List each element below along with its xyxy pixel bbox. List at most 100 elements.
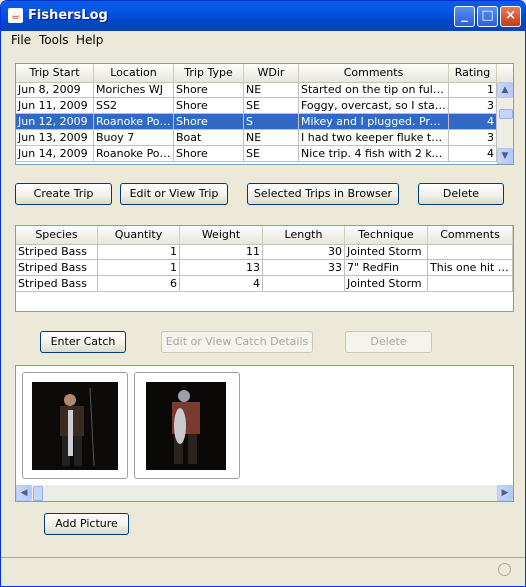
edit-catch-button[interactable]: Edit or View Catch Details [161, 331, 313, 353]
catch-cell: 33 [263, 260, 345, 276]
trip-cell: SS2 [94, 98, 174, 114]
minimize-button[interactable]: _ [454, 6, 475, 27]
trips-in-browser-button[interactable]: Selected Trips in Browser [247, 183, 399, 205]
catch-cell [428, 276, 513, 292]
trip-cell: Roanoke Point [96, 146, 174, 162]
catch-row[interactable]: Striped Bass 6 4 Jointed Storm [16, 276, 513, 292]
close-button[interactable]: × [500, 6, 521, 27]
col-technique[interactable]: Technique [345, 226, 428, 244]
catch-cell: Striped Bass [16, 260, 98, 276]
trip-cell: Jun 11, 2009 [16, 98, 94, 114]
col-comments[interactable]: Comments [299, 64, 449, 82]
close-icon: × [505, 8, 516, 23]
trip-cell: S [244, 114, 299, 130]
trip-cell: 3 [449, 130, 497, 146]
trip-cell: SE [244, 98, 299, 114]
scroll-right-icon[interactable]: ▶ [497, 485, 513, 501]
add-picture-button[interactable]: Add Picture [44, 513, 129, 535]
scroll-left-icon[interactable]: ◀ [16, 485, 32, 501]
catch-cell: 4 [180, 276, 263, 292]
menu-help[interactable]: Help [76, 33, 103, 47]
col-catch-comments[interactable]: Comments [428, 226, 513, 244]
trip-row[interactable]: Jun 13, 2009 Buoy 7 Boat NE I had two keeper… [16, 130, 497, 146]
col-weight[interactable]: Weight [180, 226, 263, 244]
catch-cell: 1 [98, 260, 180, 276]
delete-trip-button[interactable]: Delete [418, 183, 504, 205]
trip-row[interactable]: Jun 14, 2009 Roanoke Point Shore SE Nice tri… [16, 146, 497, 162]
edit-trip-button[interactable]: Edit or View Trip [120, 183, 228, 205]
menu-bar: File Tools Help [1, 31, 525, 50]
catch-row[interactable]: Striped Bass 1 13 33 7" RedFin This one hit o… [16, 260, 513, 276]
trip-row[interactable]: Jun 8, 2009 Moriches WJ Shore NE Started on … [16, 82, 497, 98]
delete-catch-button[interactable]: Delete [345, 331, 432, 353]
trip-cell: Shore [174, 82, 244, 98]
create-trip-button[interactable]: Create Trip [15, 183, 112, 205]
status-indicator-icon [498, 563, 511, 576]
picture-thumbnail-2[interactable] [134, 372, 240, 479]
trip-cell: NE [244, 130, 299, 146]
maximize-icon: □ [481, 8, 494, 23]
enter-catch-button[interactable]: Enter Catch [40, 331, 126, 353]
col-trip-type[interactable]: Trip Type [174, 64, 244, 82]
trip-cell: 1 [449, 82, 497, 98]
trip-cell: Buoy 7 [94, 130, 174, 146]
catches-table: Species Quantity Weight Length Technique… [15, 225, 514, 312]
trip-cell: 3 [449, 98, 497, 114]
trip-cell: Jun 12, 2009 [16, 114, 94, 130]
trip-cell: Foggy, overcast, so I start... [301, 98, 449, 114]
trip-cell: 4 [449, 146, 497, 162]
scroll-down-icon[interactable]: ▼ [497, 148, 513, 164]
catch-photo-1 [32, 382, 118, 470]
menu-file[interactable]: File [11, 33, 31, 47]
catch-cell: 6 [98, 276, 180, 292]
picture-thumbnail-1[interactable] [22, 372, 128, 479]
pictures-panel: ◀ ▶ [15, 365, 514, 502]
catch-cell: Jointed Storm [345, 276, 428, 292]
trip-cell: I had two keeper fluke to 5... [301, 130, 449, 146]
catch-cell [263, 276, 345, 292]
col-species[interactable]: Species [16, 226, 98, 244]
col-wdir[interactable]: WDir [244, 64, 299, 82]
catch-cell: 7" RedFin [345, 260, 428, 276]
col-quantity[interactable]: Quantity [98, 226, 180, 244]
angler-photo-icon [32, 382, 118, 470]
trip-cell: Jun 8, 2009 [16, 82, 94, 98]
catch-row[interactable]: Striped Bass 1 11 30 Jointed Storm [16, 244, 513, 260]
app-window: ☕ FishersLog _ □ × File Tools Help Trip … [0, 0, 526, 587]
menu-tools[interactable]: Tools [39, 33, 69, 47]
catch-cell: 11 [180, 244, 263, 260]
catch-cell: Jointed Storm [345, 244, 428, 260]
trip-cell: 4 [449, 114, 497, 130]
col-trip-start[interactable]: Trip Start [16, 64, 94, 82]
pictures-hscrollbar[interactable]: ◀ ▶ [16, 485, 513, 501]
java-app-icon: ☕ [8, 8, 23, 23]
trip-cell: Shore [174, 98, 244, 114]
title-bar[interactable]: ☕ FishersLog _ □ × [1, 1, 525, 31]
trip-cell: Started on the tip on full cu... [301, 82, 449, 98]
col-length[interactable]: Length [263, 226, 345, 244]
catch-cell: 1 [98, 244, 180, 260]
catch-cell: This one hit o... [430, 260, 513, 276]
scroll-up-icon[interactable]: ▲ [497, 82, 513, 98]
catch-cell: Striped Bass [16, 244, 98, 260]
trip-cell: NE [244, 82, 299, 98]
trip-row[interactable]: Jun 11, 2009 SS2 Shore SE Foggy, overcast, s… [16, 98, 497, 114]
window-title: FishersLog [28, 8, 108, 23]
trip-cell: Boat [174, 130, 244, 146]
trip-cell: Roanoke Point [96, 114, 174, 130]
trips-scroll-thumb[interactable] [499, 109, 513, 119]
maximize-button[interactable]: □ [477, 6, 498, 27]
trip-row[interactable]: Jun 12, 2009 Roanoke Point Shore S Mikey and… [16, 114, 497, 130]
trips-scrollbar[interactable]: ▲ ▼ [497, 82, 513, 164]
catches-header: Species Quantity Weight Length Technique… [16, 226, 513, 245]
trip-cell: Nice trip. 4 fish with 2 keep... [301, 146, 449, 162]
catch-cell: 30 [263, 244, 345, 260]
trip-cell: Mikey and I plugged. Prett... [301, 114, 449, 130]
trip-cell: Moriches WJ [94, 82, 174, 98]
trip-cell: SE [244, 146, 299, 162]
col-rating[interactable]: Rating [449, 64, 497, 82]
minimize-icon: _ [461, 8, 468, 23]
catch-cell [428, 244, 513, 260]
col-location[interactable]: Location [94, 64, 174, 82]
pictures-scroll-thumb[interactable] [33, 486, 43, 501]
